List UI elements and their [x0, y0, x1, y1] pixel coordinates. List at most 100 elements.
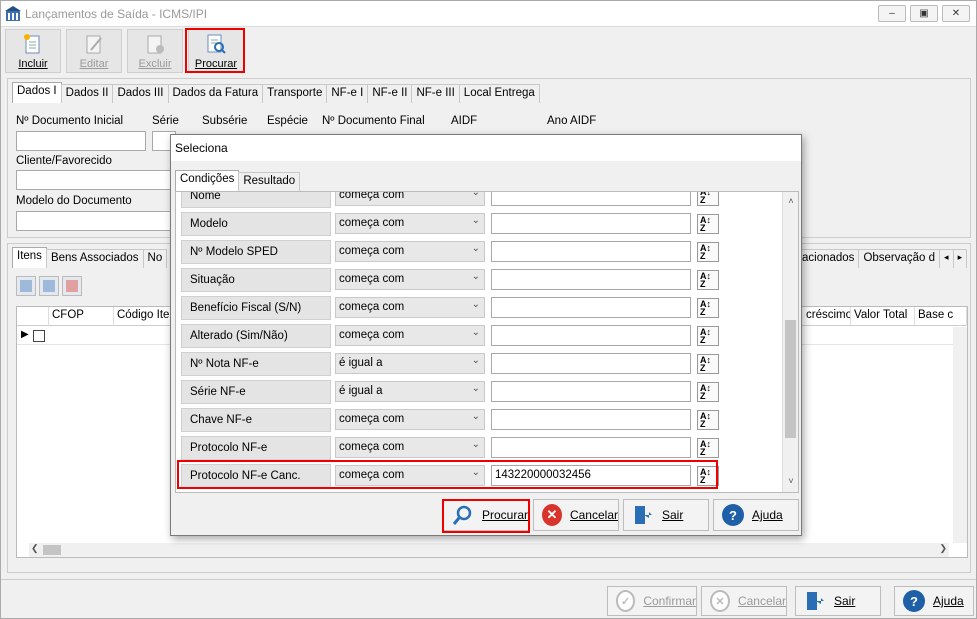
sort-az-icon[interactable]: A↕ Z	[697, 270, 719, 290]
close-button[interactable]: ✕	[942, 5, 970, 22]
sort-az-icon[interactable]: A↕ Z	[697, 326, 719, 346]
filter-condition-select[interactable]: começa com ⌄	[335, 437, 485, 458]
ajuda-dialog-button[interactable]: ? Ajuda	[713, 499, 799, 531]
sort-az-icon[interactable]: A↕ Z	[697, 438, 719, 458]
tab-local-entrega[interactable]: Local Entrega	[458, 84, 540, 103]
sort-az-icon[interactable]: A↕ Z	[697, 382, 719, 402]
filter-value-input[interactable]	[491, 241, 691, 262]
col-valor-total[interactable]: Valor Total	[851, 307, 915, 326]
restore-button[interactable]: ▣	[910, 5, 938, 22]
close-icon: ✕	[951, 8, 961, 19]
filter-row: Nome começa com ⌄ A↕ Z	[179, 191, 781, 210]
sair-footer-button[interactable]: Sair	[795, 586, 881, 616]
filter-scrollbar-thumb[interactable]	[785, 320, 796, 438]
sair-footer-label: Sair	[834, 594, 856, 608]
confirmar-button[interactable]: ✓ Confirmar	[607, 586, 697, 616]
tab-resultado[interactable]: Resultado	[238, 172, 301, 191]
tab-dados-iii[interactable]: Dados III	[112, 84, 169, 103]
sort-az-icon[interactable]: A↕ Z	[697, 242, 719, 262]
filter-condition-select[interactable]: começa com ⌄	[335, 297, 485, 318]
sort-az-icon[interactable]: A↕ Z	[697, 410, 719, 430]
filter-value-input[interactable]	[491, 325, 691, 346]
filter-value-input[interactable]	[491, 437, 691, 458]
filter-value-input[interactable]	[491, 409, 691, 430]
vertical-scrollbar[interactable]	[953, 327, 967, 543]
filter-value-input[interactable]	[491, 269, 691, 290]
tab-observacao[interactable]: Observação d	[858, 249, 941, 268]
filter-value-input[interactable]	[491, 353, 691, 374]
filter-value-input[interactable]	[491, 192, 691, 206]
chevron-down-icon: ⌄	[471, 439, 480, 450]
filter-condition-select[interactable]: começa com ⌄	[335, 213, 485, 234]
add-item-icon	[20, 280, 32, 292]
ajuda-footer-label: Ajuda	[933, 594, 964, 608]
doc-inicial-label: Nº Documento Inicial	[16, 115, 124, 127]
tab-no[interactable]: No	[142, 249, 168, 268]
scroll-up-icon[interactable]: ˄	[783, 196, 798, 212]
cancelar-footer-button[interactable]: ✕ Cancelar	[701, 586, 787, 616]
filter-condition-select[interactable]: é igual a ⌄	[335, 381, 485, 402]
scroll-right-icon: ❯	[939, 543, 947, 553]
filter-vertical-scrollbar[interactable]: ˄ ˅	[782, 192, 798, 492]
sort-az-icon[interactable]: A↕ Z	[697, 192, 719, 206]
horizontal-scrollbar[interactable]: ❮ ❯	[29, 543, 949, 557]
filter-condition-select[interactable]: começa com ⌄	[335, 191, 485, 206]
tab-nfe-ii[interactable]: NF-e II	[367, 84, 413, 103]
tab-itens[interactable]: Itens	[12, 247, 47, 268]
filter-field-name: Situação	[181, 268, 331, 292]
tab-nfe-iii[interactable]: NF-e III	[411, 84, 460, 103]
filter-condition-select[interactable]: começa com ⌄	[335, 269, 485, 290]
tab-condicoes[interactable]: Condições	[175, 170, 240, 191]
minimize-button[interactable]: –	[878, 5, 906, 22]
sort-az-icon[interactable]: A↕ Z	[697, 354, 719, 374]
tab-nfe-i[interactable]: NF-e I	[326, 84, 369, 103]
exit-door-icon	[807, 592, 824, 610]
modelo-input[interactable]	[16, 211, 176, 231]
seleciona-dialog: Seleciona Condições Resultado Nome começa…	[170, 134, 802, 536]
col-base-calculo[interactable]: Base c	[915, 307, 967, 326]
filter-value-input[interactable]	[491, 297, 691, 318]
add-item-button[interactable]	[16, 276, 36, 296]
filter-value-input[interactable]	[491, 381, 691, 402]
filter-field-name: Série NF-e	[181, 380, 331, 404]
tab-scroll-right-icon: ▸	[957, 252, 963, 262]
cancelar-dialog-button[interactable]: ✕ Cancelar	[533, 499, 619, 531]
tab-bens-associados[interactable]: Bens Associados	[45, 249, 144, 268]
sort-az-icon[interactable]: A↕ Z	[697, 298, 719, 318]
cancel-x-icon: ✕	[542, 504, 562, 526]
edit-document-icon	[86, 35, 102, 54]
delete-item-button[interactable]	[62, 276, 82, 296]
delete-document-icon	[147, 35, 164, 54]
filter-condition-value: começa com	[339, 191, 405, 201]
scroll-down-icon[interactable]: ˅	[783, 476, 798, 492]
dialog-tabs: Condições Resultado	[175, 170, 301, 192]
filter-condition-select[interactable]: começa com ⌄	[335, 241, 485, 262]
tab-relacionados[interactable]: acionados	[797, 249, 860, 268]
excluir-button[interactable]: Excluir	[127, 29, 183, 73]
row-checkbox[interactable]	[33, 330, 45, 342]
incluir-button[interactable]: Incluir	[5, 29, 61, 73]
title-bar: Lançamentos de Saída - ICMS/IPI – ▣ ✕	[1, 1, 976, 27]
tab-scroll-left-button[interactable]: ◂	[939, 249, 954, 268]
ajuda-footer-button[interactable]: ? Ajuda	[894, 586, 974, 616]
filter-condition-select[interactable]: começa com ⌄	[335, 325, 485, 346]
tab-dados-fatura[interactable]: Dados da Fatura	[167, 84, 264, 103]
scrollbar-thumb[interactable]	[43, 545, 61, 555]
tab-dados-ii[interactable]: Dados II	[60, 84, 114, 103]
cliente-input[interactable]	[16, 170, 176, 190]
col-acrescimo[interactable]: créscimo	[803, 307, 851, 326]
sair-dialog-button[interactable]: Sair	[623, 499, 709, 531]
filter-condition-value: é igual a	[339, 385, 383, 397]
editar-button[interactable]: Editar	[66, 29, 122, 73]
edit-item-button[interactable]	[39, 276, 59, 296]
tab-dados-i[interactable]: Dados I	[12, 82, 62, 103]
filter-condition-select[interactable]: é igual a ⌄	[335, 353, 485, 374]
filter-value-input[interactable]	[491, 213, 691, 234]
col-cfop[interactable]: CFOP	[49, 307, 114, 326]
sort-az-icon[interactable]: A↕ Z	[697, 214, 719, 234]
tab-scroll-right-button[interactable]: ▸	[952, 249, 968, 268]
doc-inicial-input[interactable]	[16, 131, 146, 151]
new-document-icon	[24, 34, 40, 54]
tab-transporte[interactable]: Transporte	[262, 84, 328, 103]
filter-condition-select[interactable]: começa com ⌄	[335, 409, 485, 430]
